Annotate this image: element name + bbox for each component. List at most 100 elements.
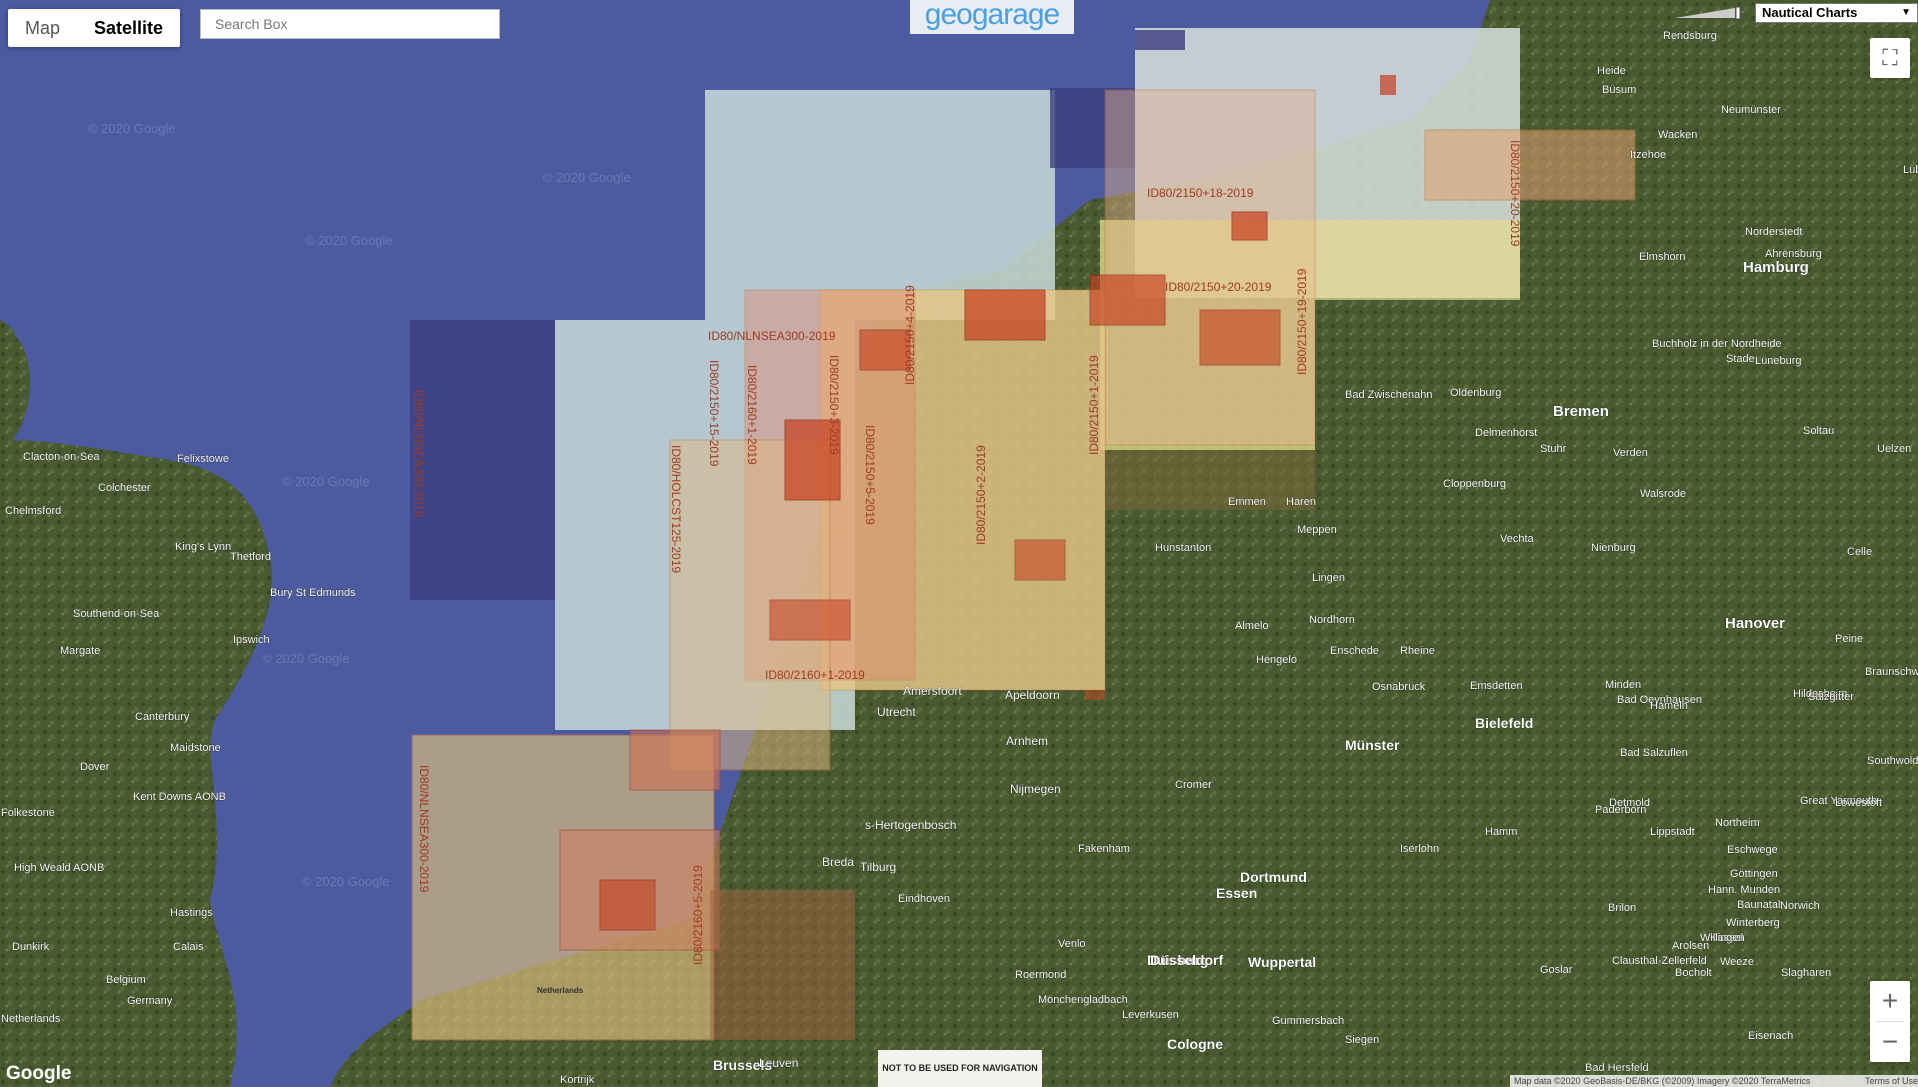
place-label: Hamburg	[1743, 259, 1809, 276]
place-label: Norderstedt	[1745, 226, 1802, 238]
place-label: Soltau	[1803, 425, 1834, 437]
place-label: Stuhr	[1540, 443, 1567, 455]
place-label: Clausthal-Zellerfeld	[1612, 955, 1707, 967]
place-label: Thetford	[230, 551, 271, 563]
chart-label: ID80/2150+5-2019	[863, 425, 877, 525]
place-label: Haren	[1286, 496, 1316, 508]
chart-label: ID80/2160+1-2019	[745, 365, 759, 465]
place-label: Paderborn	[1595, 804, 1646, 816]
place-label: Breda	[822, 855, 854, 869]
place-label: Dover	[80, 761, 110, 773]
terms-of-use-link[interactable]: Terms of Use	[1865, 1075, 1918, 1087]
place-label: Canterbury	[135, 711, 190, 723]
place-label: Weeze	[1720, 956, 1754, 968]
place-label: Brilon	[1608, 902, 1636, 914]
place-label: Cologne	[1167, 1036, 1223, 1052]
chart-label: ID80/HOLCST125-2019	[669, 445, 683, 573]
chart-label: ID80/2150+15-2019	[707, 360, 721, 467]
place-label: Leverkusen	[1122, 1009, 1179, 1021]
place-label: Mönchengladbach	[1038, 994, 1128, 1006]
place-label: Gummersbach	[1272, 1015, 1344, 1027]
chart-label: ID80/2150+2-2019	[974, 445, 988, 545]
place-label: Bremen	[1553, 403, 1609, 420]
svg-text:© 2020 Google: © 2020 Google	[302, 874, 390, 889]
place-label: Winterberg	[1726, 917, 1780, 929]
place-label: Leuven	[759, 1056, 798, 1070]
zoom-out-button[interactable]: −	[1870, 1022, 1910, 1062]
place-label: Heide	[1597, 65, 1626, 77]
place-label: Iserlohn	[1400, 843, 1439, 855]
place-label: Folkestone	[1, 807, 55, 819]
chart-label: ID80/NLNSEA300-2019	[417, 765, 431, 893]
chart-label: ID80/2160+5-2019	[691, 865, 705, 965]
place-label: Willingen	[1700, 932, 1745, 944]
place-label: Nordhorn	[1309, 614, 1355, 626]
place-label: Braunschweig	[1865, 666, 1918, 678]
place-label: Münster	[1345, 737, 1400, 753]
place-label: Emsdetten	[1470, 680, 1523, 692]
navigation-warning: NOT TO BE USED FOR NAVIGATION	[878, 1050, 1042, 1087]
place-label: Walsrode	[1640, 488, 1686, 500]
map-canvas[interactable]: ID80/2150+18-2019 ID80/2150+20-2019 ID80…	[0, 0, 1918, 1087]
place-label: Utrecht	[877, 705, 916, 719]
place-label: Felixstowe	[177, 453, 229, 465]
chart-label: ID80/2150+3-2019	[827, 355, 841, 455]
place-label: Nienburg	[1591, 542, 1636, 554]
place-label: Nijmegen	[1010, 782, 1061, 796]
chart-label: ID80/2150+19-2019	[1295, 268, 1309, 375]
place-label: Cloppenburg	[1443, 478, 1506, 490]
place-label: Rheine	[1400, 645, 1435, 657]
search-input[interactable]	[213, 15, 491, 33]
place-label: Bad Hersfeld	[1585, 1062, 1649, 1074]
opacity-slider[interactable]	[1675, 6, 1745, 20]
place-label: Calais	[173, 941, 204, 953]
map-type-control: Map Satellite	[8, 9, 181, 47]
chart-label: ID80/2150+20-2019	[1165, 280, 1272, 294]
place-label: Buchholz in der Nordheide	[1652, 338, 1782, 350]
place-label: Meppen	[1297, 524, 1337, 536]
place-label: Hameln	[1650, 700, 1688, 712]
place-label: Büsum	[1602, 84, 1636, 96]
place-label: Delmenhorst	[1475, 427, 1537, 439]
place-label: Ahrensburg	[1765, 248, 1822, 260]
place-label: Dunkirk	[12, 941, 50, 953]
fullscreen-button[interactable]: ⛶	[1870, 38, 1910, 78]
place-label: Hamm	[1485, 826, 1517, 838]
country-label: Netherlands	[537, 986, 584, 995]
place-label: Tilburg	[860, 860, 896, 874]
place-label: Fakenham	[1078, 843, 1130, 855]
place-label: King's Lynn	[175, 541, 231, 553]
place-label: Netherlands	[1, 1013, 61, 1025]
place-label: Hann. Munden	[1708, 884, 1780, 896]
svg-text:© 2020 Google: © 2020 Google	[282, 474, 370, 489]
place-label: Bury St Edmunds	[270, 587, 356, 599]
map-type-map-button[interactable]: Map	[8, 9, 77, 47]
place-label: Baunatal	[1737, 899, 1780, 911]
place-label: Bad Zwischenahn	[1345, 389, 1432, 401]
google-logo: Google	[6, 1063, 72, 1084]
place-label: Goslar	[1540, 964, 1573, 976]
chart-label: ID80/2150+20-2019	[1508, 140, 1522, 247]
place-label: Norwich	[1780, 900, 1820, 912]
place-label: Southend-on-Sea	[73, 608, 160, 620]
place-label: Belgium	[106, 974, 146, 986]
layer-select-value: Nautical Charts	[1762, 5, 1858, 20]
place-label: Maidstone	[170, 742, 221, 754]
zoom-in-button[interactable]: +	[1870, 981, 1910, 1021]
layer-select[interactable]: Nautical Charts ▼	[1755, 3, 1918, 23]
place-label: Osnabrück	[1372, 681, 1426, 693]
chart-label: ID80/NLNSEA300-2019	[708, 329, 836, 343]
place-label: Apeldoorn	[1005, 688, 1060, 702]
attribution-text: Map data ©2020 GeoBasis-DE/BKG (©2009) I…	[1514, 1076, 1811, 1086]
place-label: s-Hertogenbosch	[865, 818, 956, 832]
svg-text:© 2020 Google: © 2020 Google	[543, 170, 631, 185]
place-label: Hastings	[170, 907, 213, 919]
place-label: Northeim	[1715, 817, 1760, 829]
place-label: Margate	[60, 645, 100, 657]
place-label: Bad Salzuflen	[1620, 747, 1688, 759]
place-label: Lippstadt	[1650, 826, 1695, 838]
place-label: Roermond	[1015, 969, 1066, 981]
map-type-satellite-button[interactable]: Satellite	[77, 9, 180, 47]
place-label: Eindhoven	[898, 893, 950, 905]
place-label: Lüneburg	[1755, 355, 1802, 367]
